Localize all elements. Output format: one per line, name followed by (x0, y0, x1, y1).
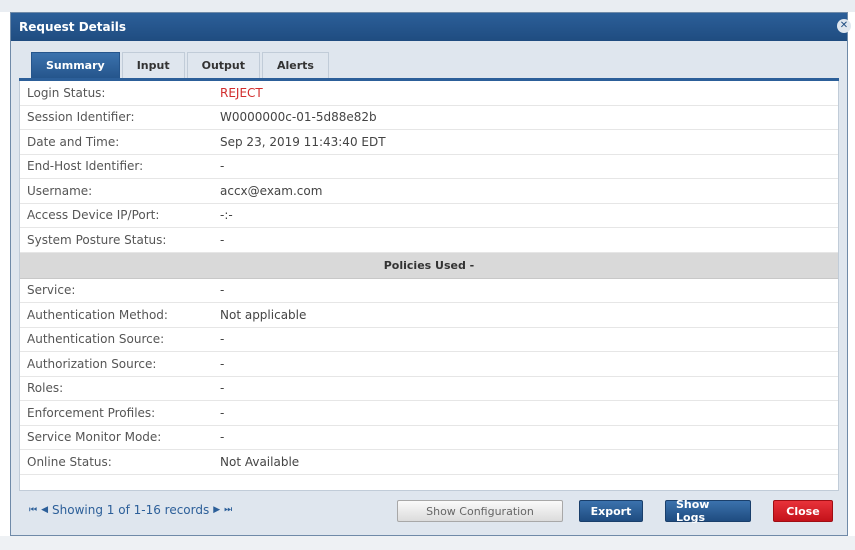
roles-label: Roles: (27, 381, 64, 396)
background-strip-top (0, 0, 855, 12)
end-host-value: - (220, 159, 225, 174)
row-username: Username: accx@exam.com (20, 179, 838, 204)
session-id-value: W0000000c-01-5d88e82b (220, 110, 377, 125)
session-id-label: Session Identifier: (27, 110, 135, 125)
row-auth-source: Authentication Source: - (20, 328, 838, 352)
next-page-icon[interactable]: ▶ (213, 505, 220, 515)
row-authz-source: Authorization Source: - (20, 352, 838, 377)
dialog-titlebar: Request Details ✕ (11, 13, 851, 41)
background-strip-bottom (0, 536, 855, 550)
online-status-label: Online Status: (27, 454, 112, 469)
prev-page-icon[interactable]: ◀ (41, 505, 48, 515)
monitor-mode-label: Service Monitor Mode: (27, 430, 162, 445)
export-button[interactable]: Export (579, 500, 643, 522)
row-service: Service: - (20, 279, 838, 303)
row-session-id: Session Identifier: W0000000c-01-5d88e82… (20, 106, 838, 130)
date-time-value: Sep 23, 2019 11:43:40 EDT (220, 134, 386, 149)
close-button[interactable]: Close (773, 500, 833, 522)
tab-bar: Summary Input Output Alerts (19, 51, 839, 81)
first-page-icon[interactable]: ⏮ (29, 505, 37, 515)
row-access-device: Access Device IP/Port: -:- (20, 204, 838, 228)
login-status-value: REJECT (220, 85, 263, 100)
pager: ⏮ ◀ Showing 1 of 1-16 records ▶ ⏭ (19, 503, 232, 517)
row-end-host: End-Host Identifier: - (20, 155, 838, 179)
enforcement-value: - (220, 405, 225, 420)
last-page-icon[interactable]: ⏭ (224, 505, 232, 515)
request-details-dialog: Request Details ✕ Summary Input Output A… (10, 12, 851, 536)
enforcement-label: Enforcement Profiles: (27, 405, 156, 420)
policies-section-header: Policies Used - (20, 252, 838, 279)
authz-source-label: Authorization Source: (27, 356, 157, 371)
close-icon[interactable]: ✕ (837, 19, 851, 33)
row-roles: Roles: - (20, 377, 838, 401)
monitor-mode-value: - (220, 430, 225, 445)
access-device-label: Access Device IP/Port: (27, 208, 160, 223)
username-value: accx@exam.com (220, 183, 323, 198)
tab-alerts[interactable]: Alerts (262, 52, 329, 78)
service-label: Service: (27, 283, 76, 298)
row-online-status: Online Status: Not Available (20, 450, 838, 475)
date-time-label: Date and Time: (27, 134, 120, 149)
row-login-status: Login Status: REJECT (20, 81, 838, 106)
end-host-label: End-Host Identifier: (27, 159, 144, 174)
access-device-value: -:- (220, 208, 233, 223)
login-status-label: Login Status: (27, 85, 106, 100)
auth-source-value: - (220, 332, 225, 347)
row-date-time: Date and Time: Sep 23, 2019 11:43:40 EDT (20, 130, 838, 155)
summary-panel: Login Status: REJECT Session Identifier:… (19, 81, 839, 490)
dialog-title: Request Details (19, 20, 127, 34)
authz-source-value: - (220, 356, 225, 371)
service-value: - (220, 283, 225, 298)
tab-summary[interactable]: Summary (31, 52, 120, 78)
row-monitor-mode: Service Monitor Mode: - (20, 426, 838, 450)
roles-value: - (220, 381, 225, 396)
row-posture: System Posture Status: - (20, 228, 838, 253)
posture-label: System Posture Status: (27, 232, 167, 247)
row-auth-method: Authentication Method: Not applicable (20, 303, 838, 328)
auth-source-label: Authentication Source: (27, 332, 165, 347)
show-logs-button[interactable]: Show Logs (665, 498, 751, 524)
auth-method-label: Authentication Method: (27, 307, 168, 322)
username-label: Username: (27, 183, 93, 198)
show-configuration-button[interactable]: Show Configuration (397, 500, 563, 522)
online-status-value: Not Available (220, 454, 300, 469)
dialog-content: Summary Input Output Alerts Login Status… (19, 51, 839, 529)
row-enforcement: Enforcement Profiles: - (20, 401, 838, 426)
dialog-footer: ⏮ ◀ Showing 1 of 1-16 records ▶ ⏭ Show C… (19, 490, 839, 529)
tab-output[interactable]: Output (186, 52, 260, 78)
posture-value: - (220, 232, 225, 247)
auth-method-value: Not applicable (220, 307, 307, 322)
pager-text: Showing 1 of 1-16 records (52, 503, 210, 517)
tab-input[interactable]: Input (121, 52, 185, 78)
